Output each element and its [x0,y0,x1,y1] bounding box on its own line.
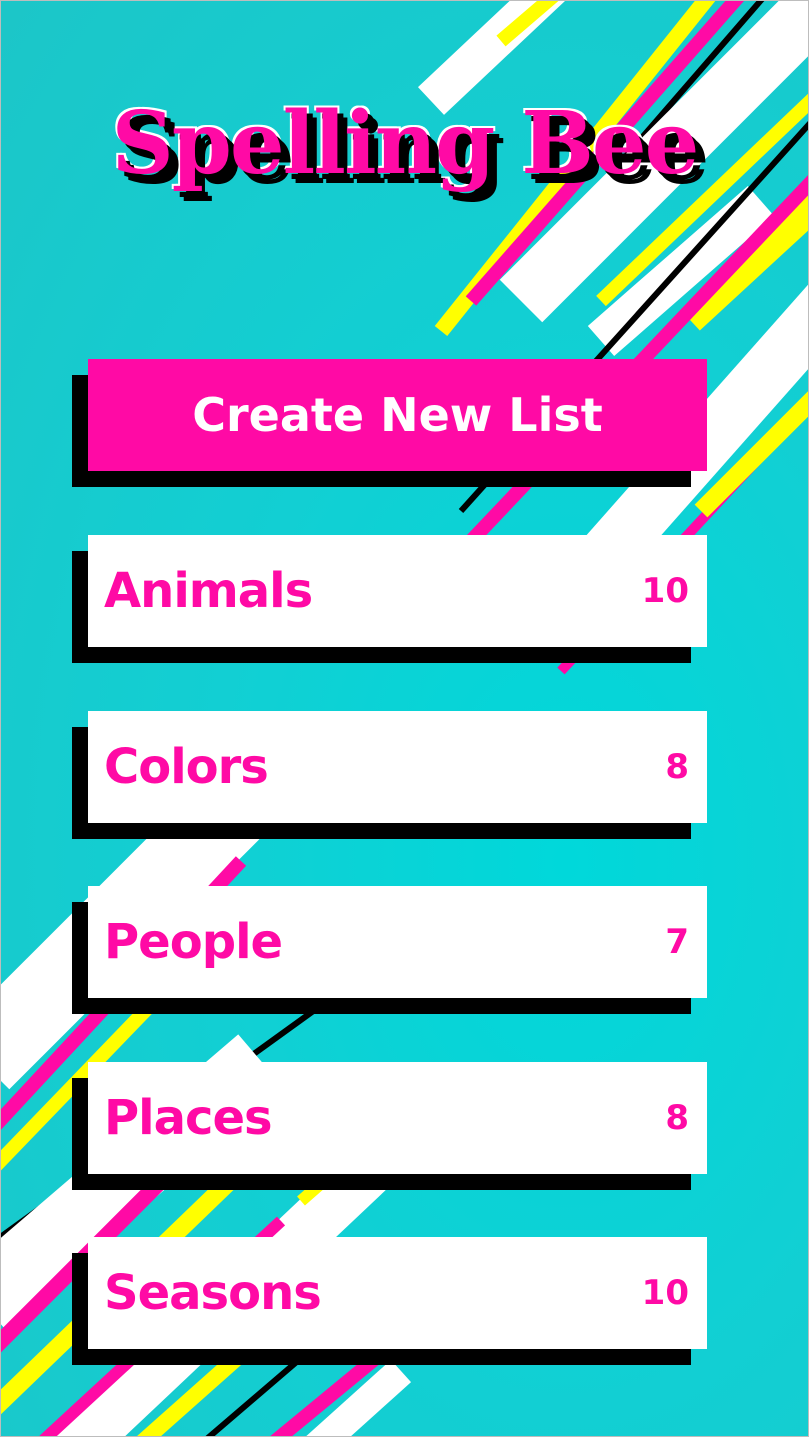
list-item-name: Seasons [104,1265,322,1321]
list-item-name: Animals [104,563,313,619]
list-item-count: 10 [641,571,689,611]
list-item-count: 7 [665,922,689,962]
list-item-count: 8 [665,747,689,787]
list-item-animals[interactable]: Animals 10 [88,535,707,647]
list-item-count: 8 [665,1098,689,1138]
list-item-name: People [104,914,283,970]
app-title: Spelling Bee [111,93,700,194]
list-item-colors[interactable]: Colors 8 [88,711,707,823]
list-item-seasons[interactable]: Seasons 10 [88,1237,707,1349]
list-item-people[interactable]: People 7 [88,886,707,998]
app-screen: Spelling Bee Create New List Animals 10 … [0,0,809,1437]
list-item-name: Places [104,1090,273,1146]
list-item-count: 10 [641,1273,689,1313]
list-item-places[interactable]: Places 8 [88,1062,707,1174]
list-item-name: Colors [104,739,269,795]
create-new-list-button[interactable]: Create New List [88,359,707,471]
